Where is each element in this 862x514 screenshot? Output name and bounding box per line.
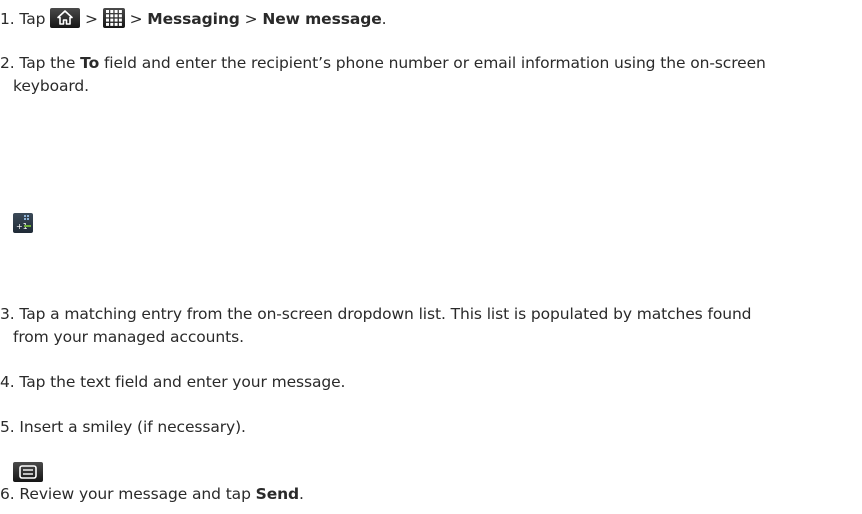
new-message-label: New message [262,10,382,28]
send-label: Send [255,485,300,503]
step-1-prefix: 1. Tap [0,10,46,28]
apps-grid-icon [102,8,125,28]
step-2-text-a: 2. Tap the [0,54,81,72]
step-3-text-2: from your managed accounts. [13,328,244,346]
step-6-period: . [299,485,304,503]
home-icon [50,8,81,28]
step-1: 1. Tap > > Messaging > New message. [0,8,387,29]
mobile-bullet: +1 [13,213,33,234]
step-5: 5. Insert a smiley (if necessary). [0,417,246,437]
messaging-label: Messaging [147,10,240,28]
step-2-text-b: field and enter the recipient’s phone nu… [99,54,766,72]
to-field-label: To [80,54,100,72]
step-2-continued: keyboard. [13,76,89,96]
step-6: 6. Review your message and tap Send. [0,484,304,504]
keypad-icon: +1 [13,213,33,233]
step-4: 4. Tap the text field and enter your mes… [0,372,345,392]
menu-icon [13,462,43,482]
step-1-period: . [381,10,387,28]
step-2-text-c: keyboard. [13,77,89,95]
smiley-bullet [13,462,43,483]
step-1-separator: > [85,10,98,28]
step-3-continued: from your managed accounts. [13,327,244,347]
step-1-separator-2: > [129,10,148,28]
step-6-text: 6. Review your message and tap [0,485,256,503]
step-4-text: 4. Tap the text field and enter your mes… [0,373,346,391]
step-3-text-1: 3. Tap a matching entry from the on-scre… [0,305,752,323]
step-5-text: 5. Insert a smiley (if necessary). [0,418,246,436]
instructions-document: 1. Tap > > Messaging > New message. 2. T… [0,0,862,514]
step-3: 3. Tap a matching entry from the on-scre… [0,304,752,324]
step-1-separator-3: > [239,10,263,28]
step-2: 2. Tap the To field and enter the recipi… [0,53,766,73]
